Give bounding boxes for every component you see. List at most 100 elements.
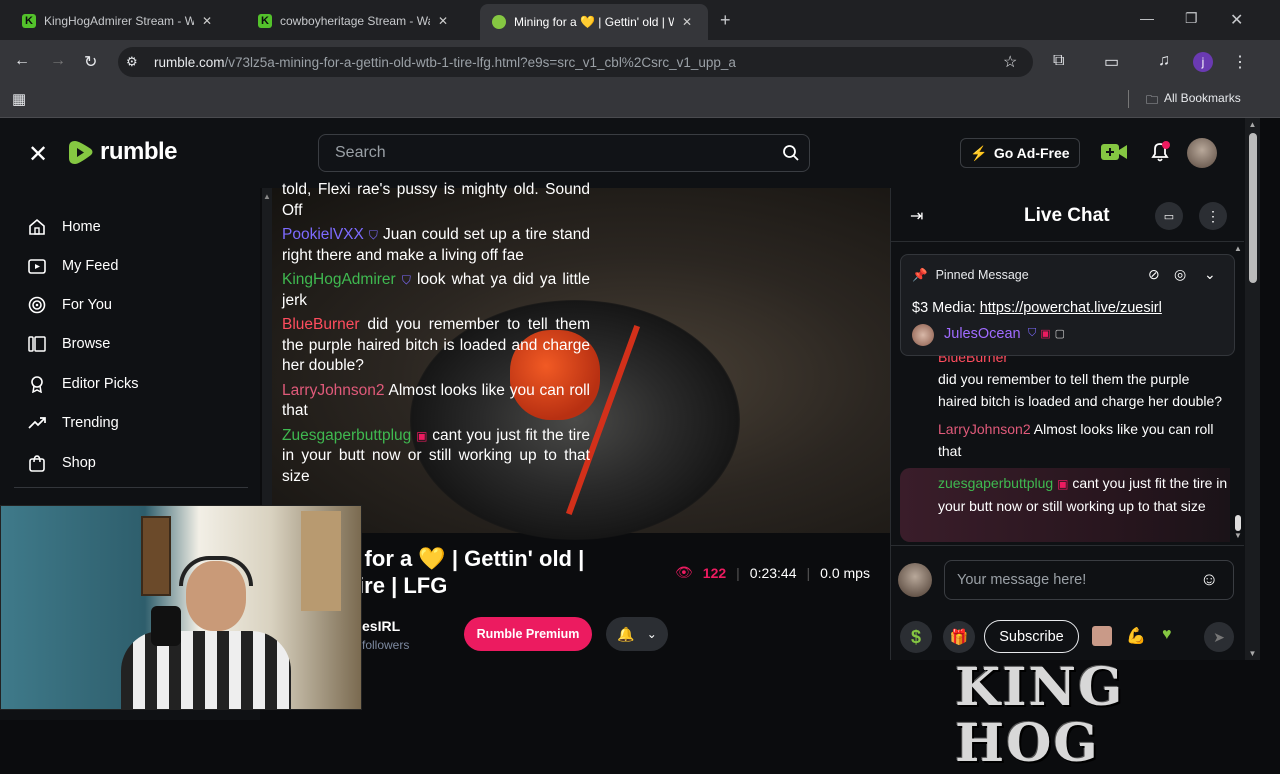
new-tab-button[interactable]: + bbox=[720, 10, 731, 31]
video-scrollbar[interactable]: ▲ bbox=[262, 188, 272, 533]
tab-title: KingHogAdmirer Stream - Watc bbox=[44, 14, 194, 28]
lightning-icon: ⚡ bbox=[970, 144, 988, 161]
subscribe-label: Subscribe bbox=[999, 628, 1064, 645]
page-scrollbar[interactable]: ▲ ▼ bbox=[1245, 118, 1260, 660]
scroll-up-icon[interactable]: ▲ bbox=[263, 192, 271, 201]
subscribe-button[interactable]: Subscribe bbox=[984, 620, 1079, 653]
user-avatar[interactable] bbox=[1187, 138, 1217, 168]
close-icon[interactable]: ✕ bbox=[438, 14, 448, 28]
sidebar-item-trending[interactable]: Trending bbox=[28, 408, 119, 438]
emoji-icon[interactable]: ☺ bbox=[1200, 569, 1218, 590]
search-input[interactable]: Search bbox=[318, 134, 810, 172]
sidebar-item-browse[interactable]: Browse bbox=[28, 329, 110, 359]
pinned-link[interactable]: https://powerchat.live/zuesirl bbox=[980, 300, 1162, 316]
profile-avatar[interactable]: j bbox=[1193, 52, 1213, 72]
premium-label: Rumble Premium bbox=[476, 627, 580, 641]
hide-icon[interactable]: ◎ bbox=[1174, 266, 1186, 283]
sidebar-item-label: My Feed bbox=[62, 258, 119, 274]
rant-dollar-icon[interactable]: $ bbox=[900, 621, 932, 653]
popout-icon[interactable]: ▭ bbox=[1155, 202, 1183, 230]
minimize-icon[interactable]: — bbox=[1140, 10, 1154, 26]
send-icon[interactable]: ➤ bbox=[1204, 622, 1234, 652]
chat-message-input[interactable]: Your message here! bbox=[944, 560, 1234, 600]
wall-decor bbox=[141, 516, 171, 596]
folder-icon: 🗀 bbox=[1146, 93, 1159, 107]
close-icon[interactable]: ✕ bbox=[202, 14, 212, 28]
badge-icon: ▣ bbox=[1040, 328, 1051, 340]
maximize-icon[interactable]: ❐ bbox=[1185, 10, 1198, 27]
bookmarks-bar bbox=[0, 84, 1280, 118]
menu-icon[interactable]: ⋮ bbox=[1232, 52, 1248, 72]
reload-icon[interactable]: ↻ bbox=[84, 52, 97, 72]
rumble-logo-text[interactable]: rumble bbox=[100, 138, 178, 166]
close-menu-icon[interactable]: ✕ bbox=[28, 140, 48, 169]
rumble-logo-icon[interactable] bbox=[66, 137, 96, 167]
sidebar-item-for-you[interactable]: For You bbox=[28, 290, 112, 320]
site-info-icon[interactable]: ⚙ bbox=[126, 54, 138, 70]
search-icon[interactable] bbox=[782, 144, 800, 162]
heart-emote-icon[interactable]: ♥ bbox=[1162, 626, 1172, 644]
chat-menu-icon[interactable]: ⋮ bbox=[1199, 202, 1227, 230]
sidebar-item-home[interactable]: Home bbox=[28, 212, 101, 242]
notifications-bell-icon[interactable] bbox=[1148, 140, 1172, 164]
apps-icon[interactable]: ▦ bbox=[12, 90, 26, 108]
browse-icon bbox=[28, 336, 46, 352]
back-icon[interactable]: ← bbox=[14, 52, 30, 70]
browser-tab-1[interactable]: K KingHogAdmirer Stream - Watc ✕ bbox=[10, 6, 224, 36]
extensions-icon[interactable]: ⧉ bbox=[1053, 52, 1064, 70]
rumble-premium-button[interactable]: Rumble Premium bbox=[464, 617, 592, 651]
stream-duration: 0:23:44 bbox=[749, 564, 797, 581]
pinned-header: 📌 Pinned Message bbox=[912, 268, 1029, 283]
chevron-down-icon[interactable]: ⌄ bbox=[1204, 266, 1216, 283]
target-icon bbox=[28, 296, 46, 314]
cast-icon[interactable]: ▭ bbox=[1104, 52, 1119, 72]
chat-username[interactable]: zuesgaperbuttplug bbox=[938, 475, 1053, 491]
chat-scrollbar[interactable]: ▲ ▼ bbox=[1232, 244, 1244, 544]
browser-tab-3-active[interactable]: Mining for a 💛 | Gettin' old | W ✕ bbox=[480, 4, 708, 40]
sidebar-divider bbox=[14, 487, 248, 488]
shop-icon bbox=[29, 455, 45, 472]
collapse-chat-icon[interactable]: ⇥ bbox=[910, 206, 923, 226]
chat-scroll-thumb[interactable] bbox=[1235, 515, 1241, 531]
media-icon[interactable]: ♫ bbox=[1158, 52, 1170, 70]
verified-shield-icon: ⛉ bbox=[368, 228, 378, 242]
sidebar-item-editor-picks[interactable]: Editor Picks bbox=[28, 369, 139, 399]
unpin-icon[interactable]: ⊘ bbox=[1148, 266, 1160, 283]
go-live-icon[interactable] bbox=[1100, 142, 1128, 162]
overlay-message: LarryJohnson2 Almost looks like you can … bbox=[282, 381, 590, 420]
verified-shield-icon: ⛉ bbox=[401, 273, 411, 287]
page-scroll-thumb[interactable] bbox=[1248, 133, 1257, 283]
pinned-username[interactable]: JulesOcean bbox=[944, 326, 1021, 342]
headphones bbox=[179, 556, 253, 586]
sidebar-item-shop[interactable]: Shop bbox=[28, 448, 96, 478]
close-icon[interactable]: ✕ bbox=[682, 15, 692, 29]
star-icon[interactable]: ☆ bbox=[1003, 52, 1017, 72]
video-title-line1: g for a 💛 | Gettin' old | bbox=[345, 546, 585, 571]
mps-rate: 0.0 mps bbox=[820, 564, 870, 581]
gift-icon[interactable]: 🎁 bbox=[943, 621, 975, 653]
go-ad-free-button[interactable]: ⚡ Go Ad-Free bbox=[960, 138, 1080, 168]
browser-tab-2[interactable]: K cowboyheritage Stream - Watc ✕ bbox=[246, 6, 460, 36]
streamer-webcam-overlay bbox=[0, 505, 362, 710]
url-bar[interactable]: rumble.com/v73lz5a-mining-for-a-gettin-o… bbox=[118, 47, 1033, 77]
overlay-message: Zuesgaperbuttplug ▣ cant you just fit th… bbox=[282, 426, 591, 485]
emote-icon[interactable] bbox=[1092, 626, 1112, 646]
channel-name[interactable]: esIRL bbox=[362, 618, 400, 634]
separator: | bbox=[806, 564, 811, 581]
sidebar-item-my-feed[interactable]: My Feed bbox=[28, 251, 118, 281]
forward-icon[interactable]: → bbox=[50, 52, 66, 70]
video-title-line2: Tire | LFG bbox=[345, 573, 448, 598]
chat-input-placeholder: Your message here! bbox=[957, 572, 1087, 588]
window-close-icon[interactable]: ✕ bbox=[1230, 10, 1243, 30]
notify-toggle-button[interactable]: 🔔 ⌄ bbox=[606, 617, 668, 651]
flex-emote-icon[interactable]: 💪 bbox=[1126, 626, 1146, 646]
all-bookmarks[interactable]: 🗀 All Bookmarks bbox=[1146, 91, 1241, 112]
follower-count: followers bbox=[362, 638, 410, 652]
pin-icon: 📌 bbox=[912, 268, 928, 282]
gift-badge-icon: ▢ bbox=[1054, 328, 1066, 340]
feed-icon bbox=[28, 259, 46, 274]
tab-title: cowboyheritage Stream - Watc bbox=[280, 14, 430, 28]
sidebar-item-label: Home bbox=[62, 219, 101, 235]
chat-username[interactable]: LarryJohnson2 bbox=[938, 421, 1031, 437]
home-icon bbox=[29, 218, 45, 235]
